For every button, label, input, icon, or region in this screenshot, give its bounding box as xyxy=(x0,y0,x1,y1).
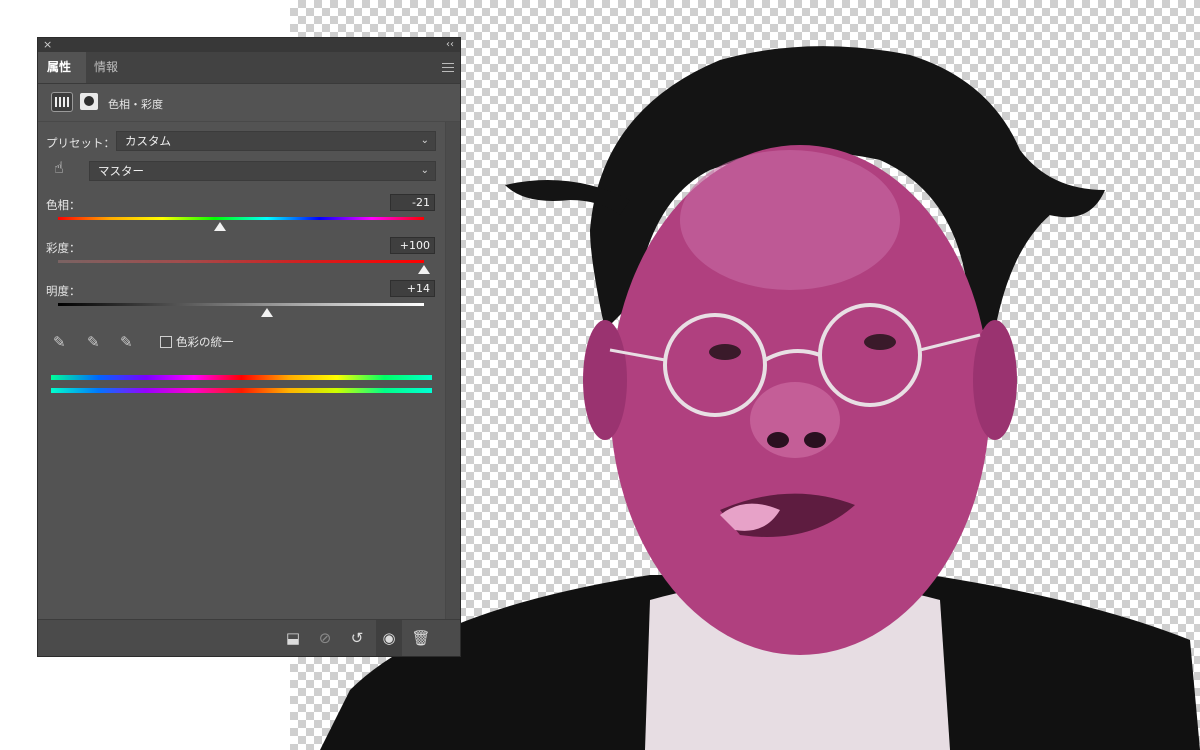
ear-right xyxy=(973,320,1017,440)
layer-mask-icon[interactable] xyxy=(80,93,98,110)
reset-icon[interactable]: ↺ xyxy=(344,620,370,656)
preset-select[interactable]: カスタム ⌄ xyxy=(116,131,436,151)
eyedropper-icon[interactable]: ✎ xyxy=(53,333,71,351)
hue-value-field[interactable]: -21 xyxy=(390,194,435,211)
hue-label: 色相： xyxy=(46,198,81,212)
forehead-highlight xyxy=(680,150,900,290)
targeted-adjustment-hand-icon[interactable]: ☝ xyxy=(54,158,74,180)
colorize-checkbox[interactable] xyxy=(160,336,172,348)
tab-info[interactable]: 情報 xyxy=(85,52,127,83)
channel-select[interactable]: マスター ⌄ xyxy=(89,161,436,181)
tab-properties[interactable]: 属性 xyxy=(38,52,86,83)
trash-icon[interactable]: 🗑 xyxy=(408,620,434,656)
lightness-slider-track[interactable] xyxy=(58,303,424,306)
clip-to-layer-icon[interactable]: ⬓ xyxy=(280,620,306,656)
visibility-eye-icon[interactable]: ◉ xyxy=(376,620,402,656)
adjustment-header: 色相・彩度 xyxy=(38,85,460,122)
panel-scrollbar[interactable] xyxy=(445,122,460,619)
colorize-label: 色彩の統一 xyxy=(176,335,234,349)
saturation-value-field[interactable]: +100 xyxy=(390,237,435,254)
chevron-down-icon: ⌄ xyxy=(420,165,429,176)
nose xyxy=(750,382,840,458)
lightness-label: 明度： xyxy=(46,284,81,298)
lightness-value-field[interactable]: +14 xyxy=(390,280,435,297)
properties-panel: × ‹‹ 属性 情報 色相・彩度 プリセット： カスタム ⌄ ☝ マスター ⌄ … xyxy=(37,37,461,657)
preset-value: カスタム xyxy=(125,134,171,148)
eyedropper-minus-icon[interactable]: ✎ xyxy=(120,333,138,351)
hue-slider-thumb[interactable] xyxy=(213,222,226,231)
saturation-slider-thumb[interactable] xyxy=(418,265,430,274)
view-previous-state-icon[interactable]: ⊘ xyxy=(312,620,338,656)
panel-footer: ⬓ ⊘ ↺ ◉ 🗑 xyxy=(38,619,460,656)
collapse-panel-icon[interactable]: ‹‹ xyxy=(446,38,454,52)
channel-value: マスター xyxy=(98,164,144,178)
eyedropper-plus-icon[interactable]: ✎ xyxy=(87,333,105,351)
adjustment-title: 色相・彩度 xyxy=(108,98,163,111)
chevron-down-icon: ⌄ xyxy=(420,135,429,146)
hue-slider-track[interactable] xyxy=(58,217,424,220)
lightness-slider-thumb[interactable] xyxy=(260,308,273,317)
panel-titlebar: × ‹‹ xyxy=(38,38,460,52)
panel-tabs: 属性 情報 xyxy=(38,52,460,84)
panel-menu-icon[interactable] xyxy=(442,63,454,72)
adjustment-layer-icon[interactable] xyxy=(51,92,73,112)
saturation-slider-track[interactable] xyxy=(58,260,424,263)
ear-left xyxy=(583,320,627,440)
output-color-bar xyxy=(51,388,432,393)
input-color-bar xyxy=(51,375,432,380)
preset-label: プリセット： xyxy=(46,136,115,150)
saturation-label: 彩度： xyxy=(46,241,81,255)
close-icon[interactable]: × xyxy=(43,38,52,52)
